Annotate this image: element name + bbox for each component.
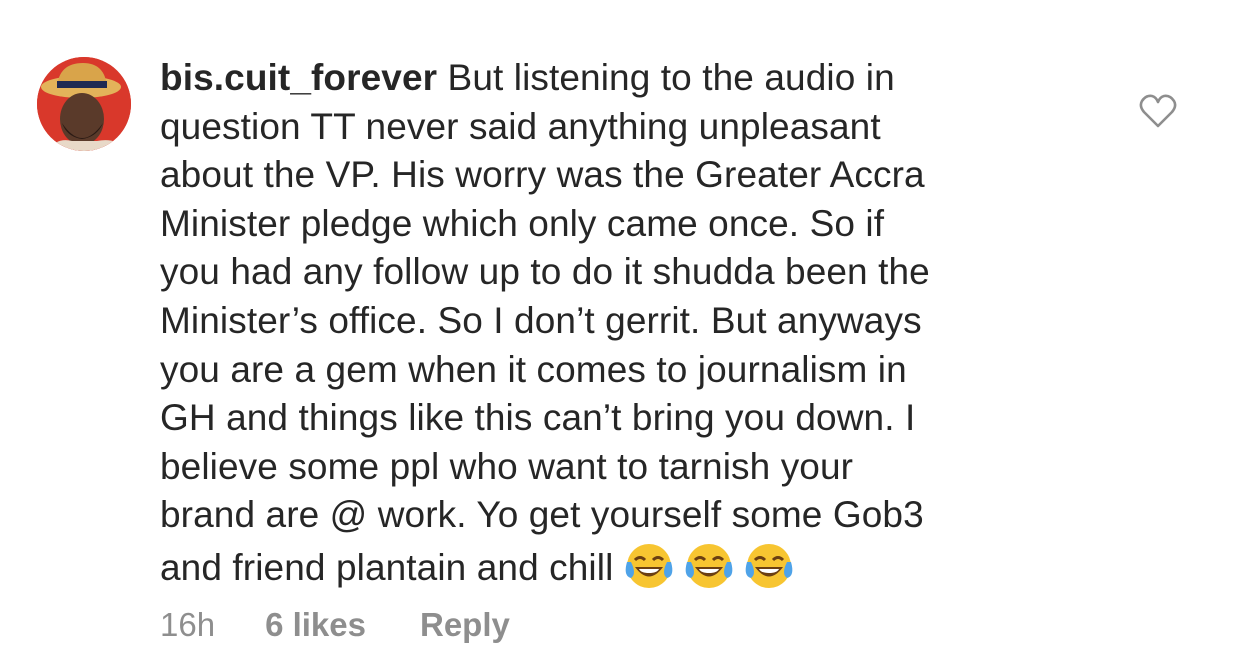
- avatar-image: [37, 57, 131, 151]
- heart-outline-icon[interactable]: [1138, 93, 1178, 129]
- reply-button[interactable]: Reply: [420, 606, 510, 644]
- comment-meta: 16h 6 likes Reply: [160, 606, 510, 644]
- comment-line: you are a gem when it comes to journalis…: [160, 348, 907, 390]
- avatar[interactable]: [37, 57, 131, 151]
- comment-line: you had any follow up to do it shudda be…: [160, 251, 930, 293]
- tears-of-joy-emoji: [626, 543, 673, 588]
- comment-line: Minister’s office. So I don’t gerrit. Bu…: [160, 299, 922, 341]
- comment-line: question TT never said anything unpleasa…: [160, 105, 881, 147]
- comment-line: Minister pledge which only came once. So…: [160, 202, 885, 244]
- comment-line: believe some ppl who want to tarnish you…: [160, 445, 854, 487]
- comment-body: bis.cuit_forever But listening to the au…: [160, 54, 1090, 593]
- comment-line: about the VP. His worry was the Greater …: [160, 154, 925, 196]
- comment-timestamp: 16h: [160, 606, 216, 643]
- comment-line: bis.cuit_forever But listening to the au…: [160, 57, 895, 98]
- comment-line: GH and things like this can’t bring you …: [160, 397, 916, 439]
- comment-username[interactable]: bis.cuit_forever: [160, 57, 437, 98]
- tears-of-joy-emoji: [686, 543, 733, 588]
- comment-line: and friend plantain and chill: [160, 540, 1090, 593]
- likes-count-button[interactable]: 6 likes: [265, 606, 366, 644]
- emoji-group: [623, 540, 795, 592]
- comment-line: brand are @ work. Yo get yourself some G…: [160, 494, 924, 536]
- tears-of-joy-emoji: [746, 543, 793, 588]
